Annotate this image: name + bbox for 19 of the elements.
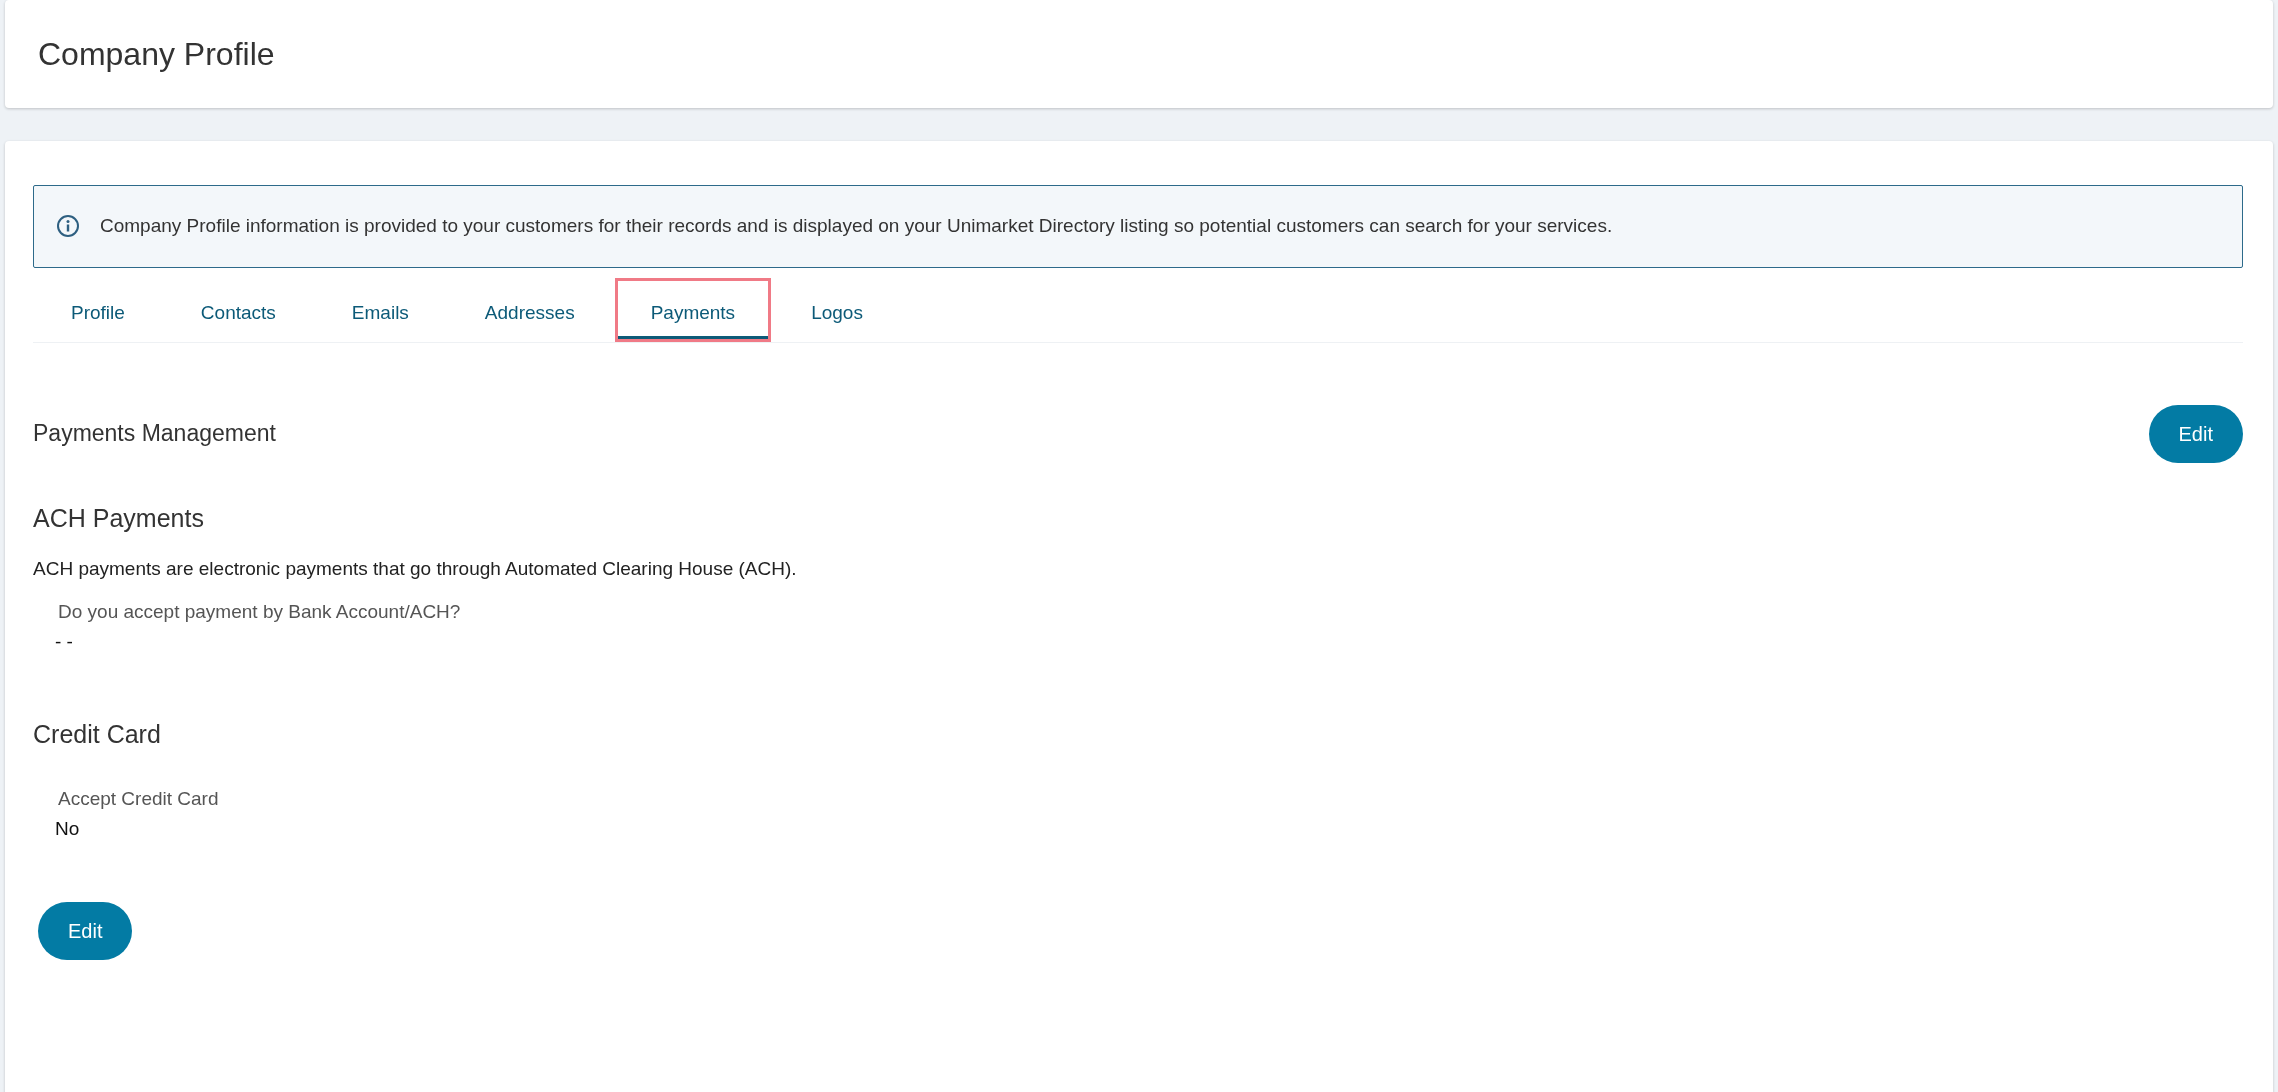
info-text: Company Profile information is provided to your customers for their records and is displayed on your Unimarket Directory listing so potential customers can search for your services. [100,214,1613,238]
field-label: Do you accept payment by Bank Account/ACH? [58,599,462,624]
tab[interactable]: Emails [315,277,445,342]
field-value: - - [55,630,74,654]
field-label: Accept Credit Card [58,786,220,811]
tab[interactable]: Contacts [164,277,312,342]
tab[interactable]: Profile [35,277,161,342]
group-description: ACH payments are electronic payments that go through Automated Clearing House (ACH). [33,557,798,581]
group-title: Credit Card [33,718,162,749]
tab[interactable]: Logos [775,277,899,342]
edit-button[interactable]: Edit [2148,405,2243,463]
section-title: Payments Management [33,420,276,448]
edit-button[interactable]: Edit [38,901,133,960]
group-title: ACH Payments [33,503,205,533]
page-title: Company Profile [38,34,275,74]
tab[interactable]: Addresses [448,277,611,342]
field-value: No [55,817,81,841]
tab[interactable]: Payments [614,277,772,342]
info-icon [56,214,80,239]
